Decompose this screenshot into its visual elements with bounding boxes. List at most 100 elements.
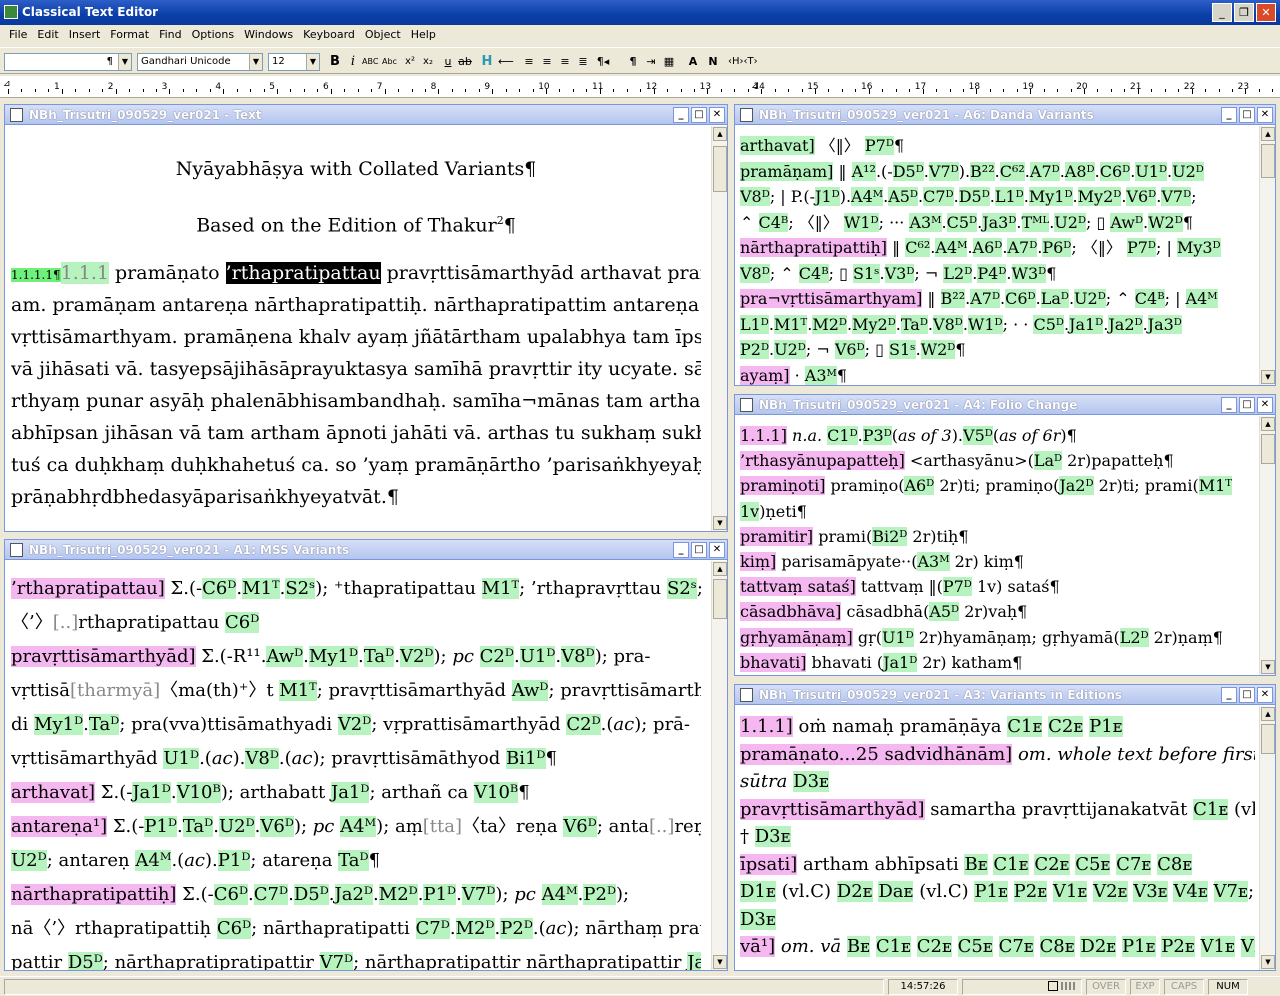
siglum-marker[interactable]: P1ᴰ: [144, 816, 178, 837]
menu-file[interactable]: File: [4, 25, 32, 46]
vertical-scrollbar[interactable]: ▲ ▼: [711, 126, 727, 531]
siglum-marker[interactable]: D5ᴰ: [892, 161, 924, 181]
siglum-marker[interactable]: Ja1ᴰ: [1069, 314, 1104, 334]
lemma-marker[interactable]: nārthapratipattiḥ]: [740, 238, 888, 257]
menu-help[interactable]: Help: [406, 25, 441, 46]
scroll-down-arrow[interactable]: ▼: [713, 516, 727, 530]
siglum-marker[interactable]: Ja3ᴰ: [1147, 314, 1182, 334]
minimize-button[interactable]: _: [1221, 687, 1237, 703]
tag-icon[interactable]: ‹H›‹T›: [728, 53, 758, 71]
siglum-marker[interactable]: U2ᴰ: [1172, 161, 1204, 181]
siglum-marker[interactable]: V6ᴰ: [1126, 187, 1157, 206]
siglum-marker[interactable]: C⁶²: [905, 238, 931, 257]
menu-options[interactable]: Options: [187, 25, 239, 46]
siglum-marker[interactable]: C8ᴇ: [1039, 936, 1075, 957]
underline-icon[interactable]: u: [441, 53, 455, 71]
siglum-marker[interactable]: Awᴰ: [266, 646, 304, 667]
siglum-marker[interactable]: L2ᴰ: [1119, 627, 1149, 647]
siglum-marker[interactable]: L1ᴰ: [740, 314, 769, 334]
siglum-marker[interactable]: W1ᴰ: [967, 314, 1003, 334]
italic-icon[interactable]: i: [346, 53, 360, 71]
siglum-marker[interactable]: Bi2ᴰ: [872, 526, 908, 546]
siglum-marker[interactable]: Bi1ᴰ: [506, 748, 546, 769]
siglum-marker[interactable]: S1ˢ: [852, 263, 880, 283]
lemma-marker[interactable]: bhavati]: [740, 652, 807, 672]
chevron-down-icon[interactable]: ▼: [306, 54, 319, 70]
siglum-marker[interactable]: My3ᴰ: [1176, 238, 1221, 257]
siglum-marker[interactable]: C2ᴇ: [1048, 716, 1084, 737]
siglum-marker[interactable]: W2ᴰ: [1148, 212, 1183, 232]
siglum-marker[interactable]: C6ᴰ: [1099, 161, 1131, 181]
siglum-marker[interactable]: W2ᴰ: [920, 340, 956, 359]
siglum-marker[interactable]: A7ᴰ: [1007, 238, 1038, 257]
menu-object[interactable]: Object: [360, 25, 406, 46]
siglum-marker[interactable]: arthavat]: [740, 136, 815, 155]
siglum-marker[interactable]: A4ᴹ: [340, 816, 377, 837]
siglum-marker[interactable]: A5ᴰ: [929, 602, 960, 622]
close-button[interactable]: ✕: [1257, 687, 1273, 703]
siglum-marker[interactable]: M1ᵀ: [1198, 476, 1232, 496]
siglum-marker[interactable]: M2ᴰ: [378, 884, 418, 905]
siglum-marker[interactable]: Taᴰ: [88, 714, 120, 735]
siglum-marker[interactable]: A6ᴰ: [972, 238, 1003, 257]
siglum-marker[interactable]: P1ᴰ: [423, 884, 457, 905]
table-icon[interactable]: ▦: [662, 53, 676, 71]
siglum-marker[interactable]: C6ᴰ: [202, 578, 237, 599]
siglum-marker[interactable]: C4ᴮ: [798, 263, 829, 283]
siglum-marker[interactable]: C6ᴰ: [225, 612, 260, 633]
siglum-marker[interactable]: C6ᴰ: [213, 884, 249, 905]
minimize-button[interactable]: _: [1212, 3, 1232, 22]
siglum-marker[interactable]: M1ᵀ: [481, 578, 520, 599]
siglum-marker[interactable]: Ja2ᴰ: [334, 884, 374, 905]
siglum-marker[interactable]: D1ᴇ: [740, 881, 776, 902]
maximize-button[interactable]: □: [691, 107, 707, 123]
siglum-marker[interactable]: A3ᴹ: [909, 212, 942, 232]
siglum-marker[interactable]: A6ᴰ: [904, 476, 935, 496]
siglum-marker[interactable]: P7ᴰ: [942, 577, 972, 597]
minimize-button[interactable]: _: [1221, 397, 1237, 413]
minimize-button[interactable]: _: [1221, 107, 1237, 123]
siglum-marker[interactable]: J1ᴰ: [815, 187, 840, 206]
siglum-marker[interactable]: U1ᴰ: [519, 646, 556, 667]
siglum-marker[interactable]: P2ᴰ: [583, 884, 617, 905]
siglum-marker[interactable]: W1ᴰ: [843, 212, 879, 232]
siglum-marker[interactable]: Laᴰ: [1040, 289, 1069, 308]
close-button[interactable]: ✕: [1256, 3, 1276, 22]
siglum-marker[interactable]: V6ᴰ: [834, 340, 865, 359]
menu-format[interactable]: Format: [105, 25, 154, 46]
siglum-marker[interactable]: P2ᴇ: [1013, 881, 1048, 902]
a6-window[interactable]: NBh_Trisutri_090529_ver021 - A6: Danda V…: [734, 104, 1276, 386]
siglum-marker[interactable]: P1ᴇ: [1122, 936, 1156, 957]
siglum-marker[interactable]: P2ᴰ: [740, 340, 770, 359]
align-right-icon[interactable]: ≡: [558, 53, 572, 71]
maximize-button[interactable]: □: [1239, 107, 1255, 123]
style-select[interactable]: ¶ ▼: [4, 53, 132, 71]
siglum-marker[interactable]: My1ᴰ: [34, 714, 84, 735]
siglum-marker[interactable]: My1ᴰ: [308, 646, 359, 667]
siglum-marker[interactable]: V7ᴇ: [1213, 881, 1248, 902]
siglum-marker[interactable]: P4ᴰ: [977, 263, 1007, 283]
siglum-marker[interactable]: A¹²: [851, 161, 876, 181]
a1-window-titlebar[interactable]: NBh_Trisutri_090529_ver021 - A1: MSS Var…: [5, 540, 727, 560]
siglum-marker[interactable]: A3ᴹ: [917, 552, 950, 572]
siglum-marker[interactable]: C7ᴇ: [1116, 853, 1152, 875]
subscript-icon[interactable]: x₂: [421, 53, 435, 71]
siglum-marker[interactable]: M2ᴰ: [455, 918, 495, 939]
siglum-marker[interactable]: Taᴰ: [338, 850, 369, 871]
lemma-marker[interactable]: antareṇa¹]: [11, 816, 108, 837]
siglum-marker[interactable]: A4ᴹ: [135, 850, 172, 871]
lemma-marker[interactable]: vā¹]: [740, 936, 776, 957]
siglum-marker[interactable]: C1ᴇ: [993, 853, 1029, 875]
strikethrough-icon[interactable]: ab: [458, 53, 472, 71]
siglum-marker[interactable]: pramāṇam]: [740, 161, 834, 181]
a4-content[interactable]: 1.1.1] n.a. C1ᴰ.P3ᴰ(as of 3).V5ᴰ(as of 6…: [740, 423, 1255, 675]
siglum-marker[interactable]: C5ᴇ: [957, 936, 993, 957]
align-center-icon[interactable]: ≡: [540, 53, 554, 71]
siglum-marker[interactable]: A7ᴰ: [1029, 161, 1060, 181]
text-content[interactable]: Nyāyabhāṣya with Collated Variants¶ Base…: [11, 153, 701, 513]
font-a-icon[interactable]: A: [686, 53, 700, 71]
siglum-marker[interactable]: P7ᴰ: [1126, 238, 1156, 257]
vertical-scrollbar[interactable]: ▲ ▼: [1259, 416, 1275, 675]
siglum-marker[interactable]: V7ᴰ: [461, 884, 496, 905]
siglum-marker[interactable]: P3ᴰ: [862, 426, 892, 445]
